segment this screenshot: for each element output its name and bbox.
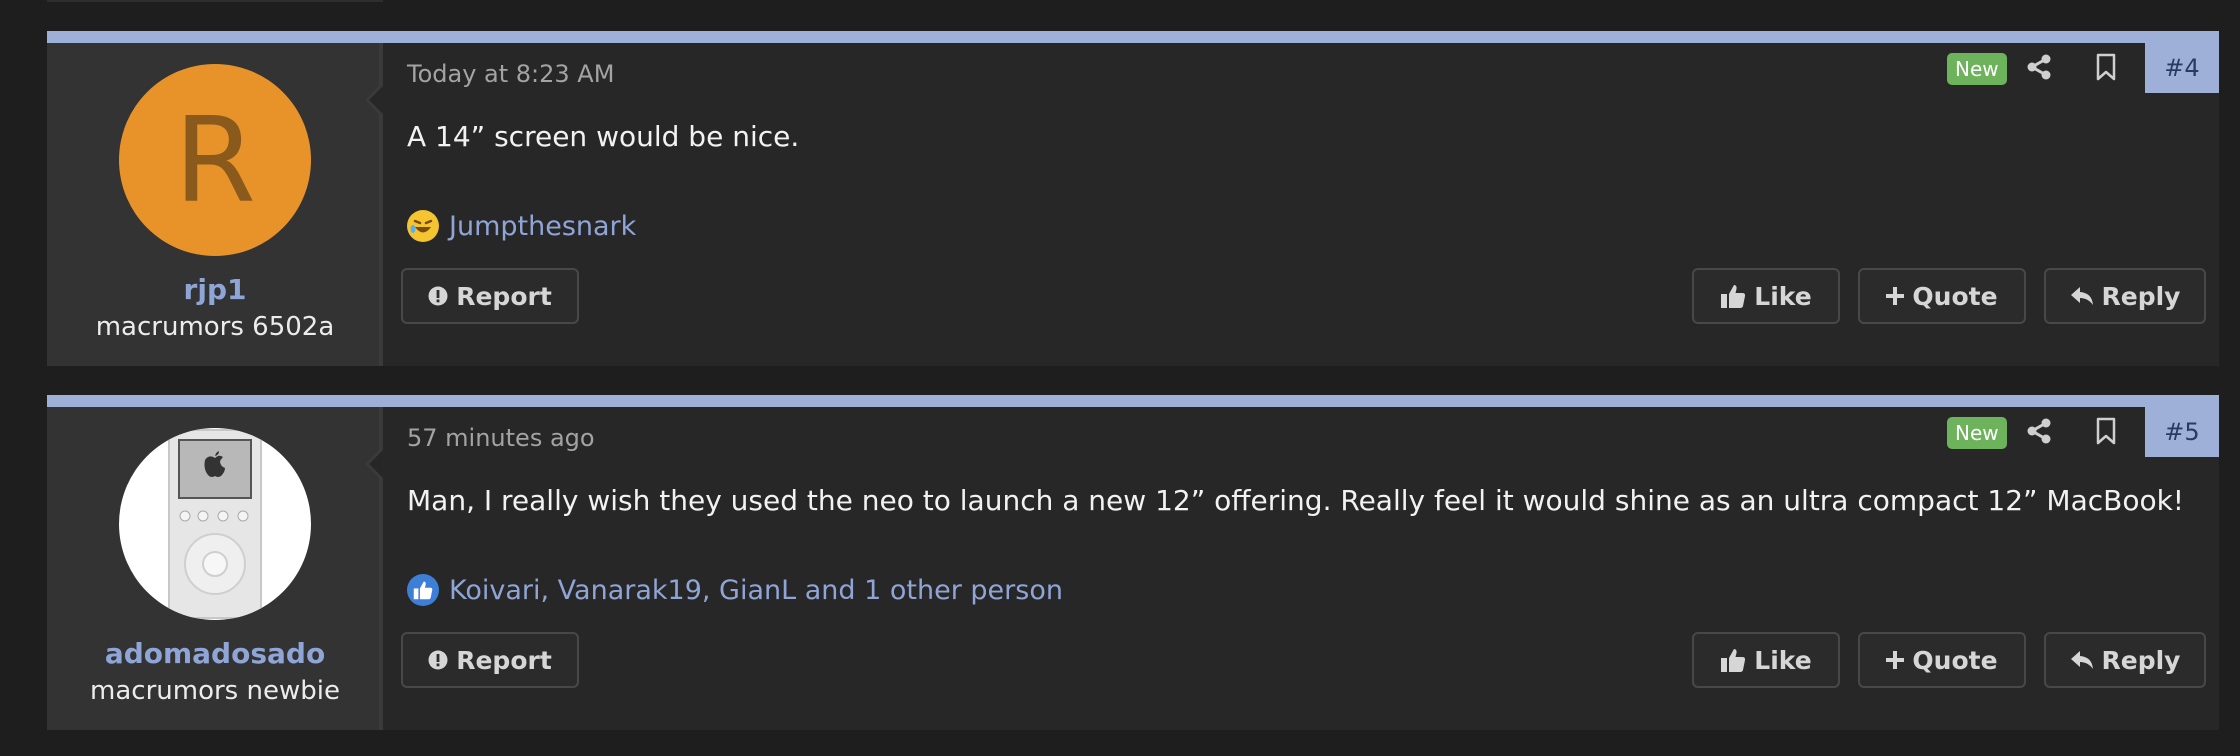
- bookmark-icon[interactable]: [2094, 52, 2118, 82]
- like-button[interactable]: Like: [1692, 268, 1840, 324]
- username-link[interactable]: adomadosado: [47, 637, 383, 670]
- quote-label: Quote: [1912, 645, 1998, 675]
- new-badge: New: [1947, 53, 2007, 85]
- post-timestamp[interactable]: Today at 8:23 AM: [407, 60, 614, 88]
- thumbs-up-reaction-icon: [407, 574, 439, 606]
- reactions-bar[interactable]: Koivari, Vanarak19, GianL and 1 other pe…: [407, 574, 1063, 606]
- bookmark-icon[interactable]: [2094, 416, 2118, 446]
- post-timestamp[interactable]: 57 minutes ago: [407, 424, 595, 452]
- post-message: Man, I really wish they used the neo to …: [407, 484, 2185, 517]
- share-icon[interactable]: [2024, 52, 2054, 82]
- reaction-users[interactable]: Jumpthesnark: [449, 211, 636, 242]
- post-number-link[interactable]: #4: [2145, 43, 2219, 93]
- reactions-bar[interactable]: Jumpthesnark: [407, 210, 636, 242]
- report-label: Report: [456, 281, 552, 311]
- post-message: A 14” screen would be nice.: [407, 120, 800, 153]
- reply-button[interactable]: Reply: [2044, 268, 2206, 324]
- post-4: R rjp1 macrumors 6502a Today at 8:23 AM …: [47, 31, 2219, 366]
- plus-icon: [1886, 651, 1905, 669]
- report-button[interactable]: Report: [401, 632, 579, 688]
- thumbs-up-icon: [1721, 285, 1746, 308]
- avatar[interactable]: R: [119, 64, 311, 256]
- report-button[interactable]: Report: [401, 268, 579, 324]
- quote-label: Quote: [1912, 281, 1998, 311]
- like-label: Like: [1754, 281, 1812, 311]
- post-number-link[interactable]: #5: [2145, 407, 2219, 457]
- reaction-users[interactable]: Koivari, Vanarak19, GianL and 1 other pe…: [449, 575, 1063, 606]
- thumbs-up-icon: [1721, 649, 1746, 672]
- like-button[interactable]: Like: [1692, 632, 1840, 688]
- avatar-letter: R: [174, 91, 256, 229]
- like-label: Like: [1754, 645, 1812, 675]
- reply-button[interactable]: Reply: [2044, 632, 2206, 688]
- username-link[interactable]: rjp1: [47, 273, 383, 306]
- post-author-column: R rjp1 macrumors 6502a: [47, 43, 383, 366]
- alert-icon: [428, 650, 448, 670]
- ipod-avatar-icon: [168, 429, 262, 619]
- plus-icon: [1886, 287, 1905, 305]
- alert-icon: [428, 286, 448, 306]
- user-title: macrumors 6502a: [95, 312, 335, 342]
- reply-arrow-icon: [2070, 651, 2093, 669]
- laughing-emoji-icon: [407, 210, 439, 242]
- post-author-column: adomadosado macrumors newbie: [47, 407, 383, 730]
- report-label: Report: [456, 645, 552, 675]
- new-badge: New: [1947, 417, 2007, 449]
- reply-label: Reply: [2101, 645, 2181, 675]
- reply-label: Reply: [2101, 281, 2181, 311]
- quote-button[interactable]: Quote: [1858, 268, 2026, 324]
- quote-button[interactable]: Quote: [1858, 632, 2026, 688]
- share-icon[interactable]: [2024, 416, 2054, 446]
- post-5: adomadosado macrumors newbie 57 minutes …: [47, 395, 2219, 730]
- avatar[interactable]: [119, 428, 311, 620]
- user-title: macrumors newbie: [90, 676, 340, 706]
- reply-arrow-icon: [2070, 287, 2093, 305]
